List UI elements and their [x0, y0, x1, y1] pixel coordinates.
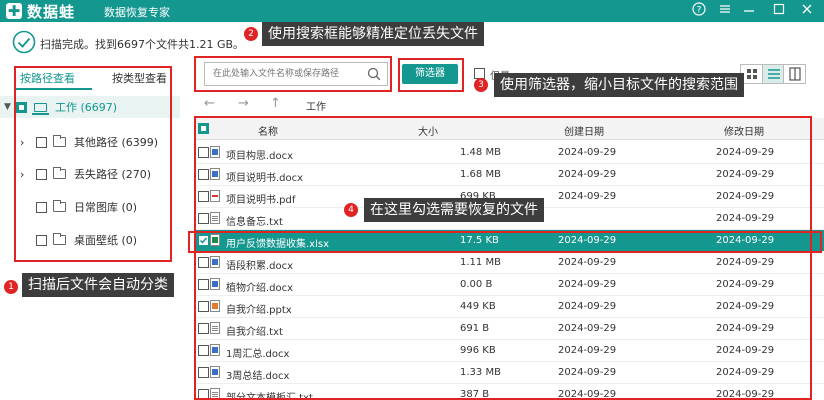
app-subtitle: 数据恢复专家	[104, 6, 170, 19]
svg-text:?: ?	[697, 6, 702, 16]
callout-4: 在这里勾选需要恢复的文件	[364, 198, 544, 222]
chevron-down-icon[interactable]: ▼	[4, 102, 14, 112]
scan-complete-icon	[12, 30, 36, 57]
callout-badge-4: 4	[344, 203, 358, 217]
view-toggle-group	[740, 64, 806, 84]
app-name: 数据蛙	[27, 2, 76, 21]
forward-arrow-icon[interactable]: →	[238, 96, 249, 111]
callout-2: 使用搜索框能够精准定位丢失文件	[262, 22, 484, 46]
annotation-box-table	[194, 116, 812, 400]
app-logo: ✚ 数据蛙	[6, 2, 76, 21]
annotation-box-filter	[398, 58, 464, 92]
callout-1: 扫描后文件会自动分类	[22, 273, 174, 297]
app-window: ✚ 数据蛙 数据恢复专家 ? 扫描完成。找到6697个文件共1.21 GB。 按…	[0, 0, 824, 400]
logo-cross-icon: ✚	[6, 2, 22, 20]
menu-icon[interactable]	[716, 2, 734, 20]
callout-3: 使用筛选器，缩小目标文件的搜索范围	[494, 73, 744, 97]
callout-badge-3: 3	[474, 78, 488, 92]
annotation-box-tree	[14, 66, 172, 262]
callout-badge-2: 2	[244, 27, 258, 41]
annotation-box-selected-row	[188, 231, 822, 253]
maximize-icon[interactable]	[770, 2, 788, 20]
view-grid-icon[interactable]	[741, 65, 763, 83]
minimize-icon[interactable]	[740, 2, 758, 20]
up-arrow-icon[interactable]: ↑	[270, 96, 281, 111]
back-arrow-icon[interactable]: ←	[204, 96, 215, 111]
title-bar: ✚ 数据蛙 数据恢复专家 ?	[0, 0, 824, 22]
annotation-box-search	[194, 56, 392, 92]
close-icon[interactable]	[798, 2, 816, 20]
view-list-icon[interactable]	[762, 65, 785, 83]
help-icon[interactable]: ?	[690, 2, 708, 20]
breadcrumb[interactable]: 工作	[306, 98, 326, 113]
view-preview-icon[interactable]	[784, 65, 805, 83]
scan-status-text: 扫描完成。找到6697个文件共1.21 GB。	[40, 38, 245, 51]
callout-badge-1: 1	[4, 280, 18, 294]
